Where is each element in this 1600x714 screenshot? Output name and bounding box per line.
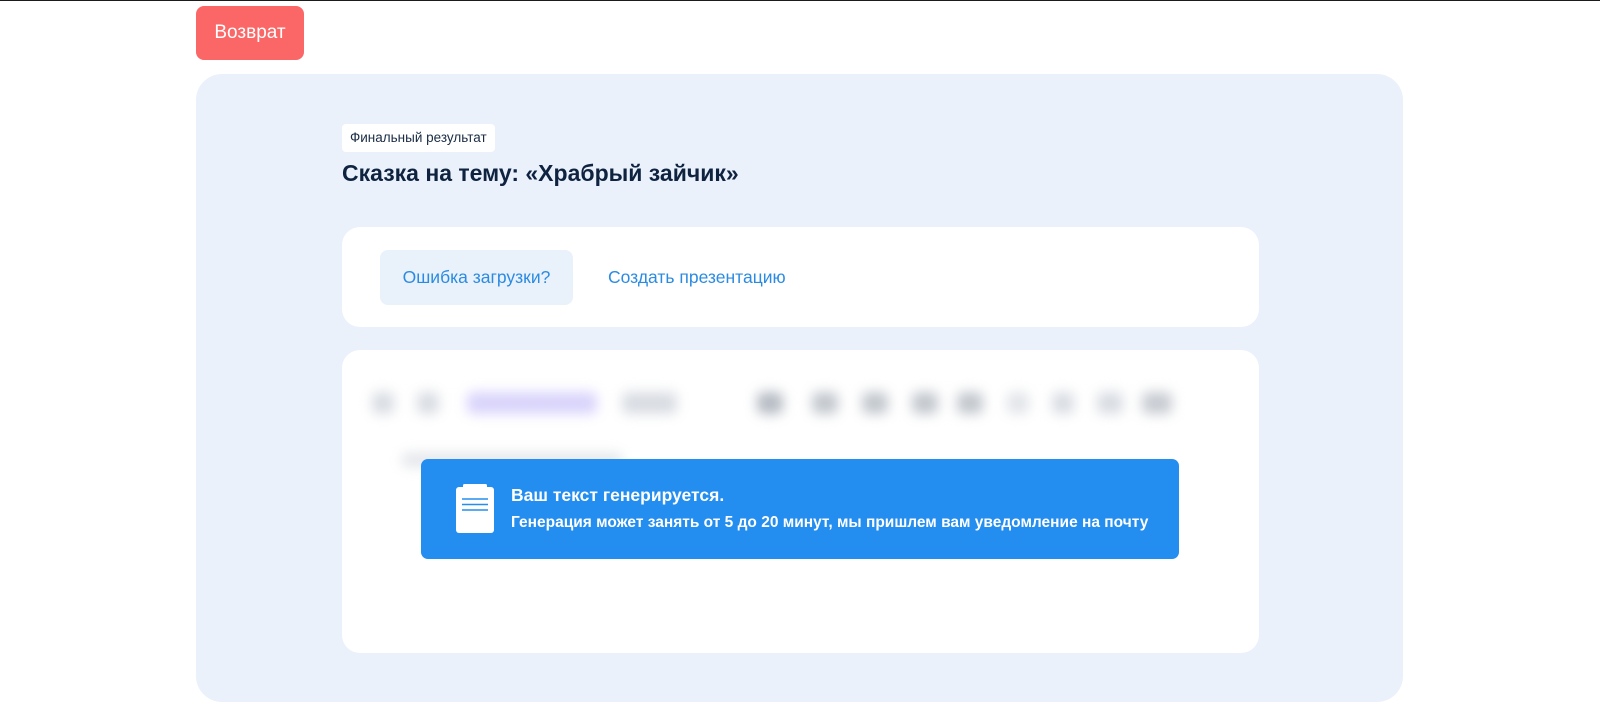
blurred-toolbar-item [862, 392, 888, 414]
blurred-toolbar-item [1052, 392, 1074, 414]
notice-title: Ваш текст генерируется. [511, 485, 725, 505]
page-title: Сказка на тему: «Храбрый зайчик» [342, 160, 739, 186]
document-icon [455, 484, 495, 534]
actions-card: Ошибка загрузки? Создать презентацию [342, 227, 1259, 327]
blurred-toolbar-item [622, 392, 677, 414]
blurred-editor-toolbar [362, 380, 1242, 424]
blurred-toolbar-item [1097, 392, 1123, 414]
generation-notice: Ваш текст генерируется. Генерация может … [421, 459, 1179, 559]
blurred-toolbar-item [812, 392, 838, 414]
result-badge: Финальный результат [342, 124, 495, 152]
top-border [0, 0, 1600, 1]
blurred-toolbar-item [467, 392, 597, 414]
blurred-toolbar-item [417, 392, 439, 414]
blurred-toolbar-item [757, 392, 783, 414]
create-presentation-link[interactable]: Создать презентацию [608, 250, 786, 305]
blurred-toolbar-item [1007, 392, 1029, 414]
blurred-toolbar-item [372, 392, 394, 414]
blurred-toolbar-item [957, 392, 983, 414]
back-button[interactable]: Возврат [196, 6, 304, 60]
blurred-toolbar-item [1142, 392, 1172, 414]
blurred-toolbar-item [912, 392, 938, 414]
loading-error-button[interactable]: Ошибка загрузки? [380, 250, 573, 305]
notice-text: Генерация может занять от 5 до 20 минут,… [511, 514, 1149, 531]
